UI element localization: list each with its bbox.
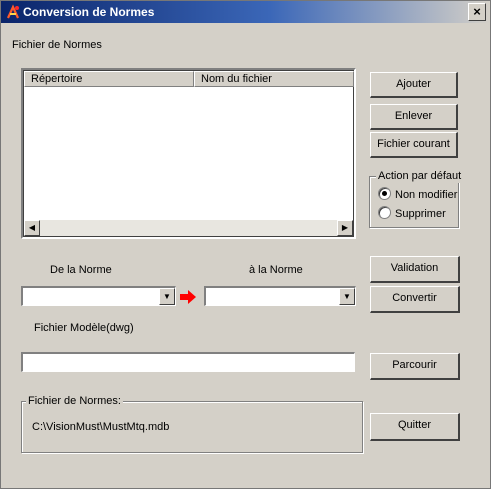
app-icon: [6, 4, 20, 19]
scroll-right-arrow-icon[interactable]: ▶: [337, 220, 353, 236]
current-file-button[interactable]: Fichier courant: [370, 132, 458, 158]
radio-unselected-icon: [378, 206, 391, 219]
to-norm-select[interactable]: ▼: [204, 286, 356, 306]
from-norm-label: De la Norme: [50, 264, 112, 276]
norms-file-group: Fichier de Normes: C:\VisionMust\MustMtq…: [21, 394, 363, 453]
remove-button[interactable]: Enlever: [370, 104, 458, 130]
window-title: Conversion de Normes: [23, 5, 155, 19]
section-label: Fichier de Normes: [12, 39, 102, 51]
from-norm-select[interactable]: ▼: [21, 286, 176, 306]
browse-button[interactable]: Parcourir: [370, 353, 460, 380]
files-list[interactable]: Répertoire Nom du fichier ◀ ▶: [21, 68, 356, 239]
radio-non-modifier[interactable]: Non modifier: [378, 187, 457, 203]
default-action-legend: Action par défaut: [376, 169, 464, 183]
column-header-filename[interactable]: Nom du fichier: [194, 71, 354, 87]
radio-supprimer[interactable]: Supprimer: [378, 206, 446, 222]
to-norm-label: à la Norme: [249, 264, 303, 276]
validation-button[interactable]: Validation: [370, 256, 460, 283]
convert-button[interactable]: Convertir: [370, 286, 460, 313]
radio-label-supprimer: Supprimer: [395, 208, 446, 220]
norms-file-legend: Fichier de Normes:: [26, 394, 123, 408]
norms-file-path: C:\VisionMust\MustMtq.mdb: [32, 421, 170, 433]
model-file-input[interactable]: [21, 352, 355, 372]
dropdown-arrow-icon[interactable]: ▼: [159, 288, 175, 305]
close-icon: ×: [473, 4, 481, 19]
close-button[interactable]: ×: [468, 3, 486, 21]
default-action-group: Action par défaut Non modifier Supprimer: [369, 169, 464, 228]
red-right-arrow-icon: [180, 290, 196, 304]
title-bar[interactable]: Conversion de Normes ×: [1, 1, 490, 23]
horizontal-scrollbar[interactable]: ◀ ▶: [24, 220, 353, 236]
dropdown-arrow-icon[interactable]: ▼: [339, 288, 355, 305]
conversion-dialog: Conversion de Normes × Fichier de Normes…: [0, 0, 491, 489]
radio-selected-icon: [378, 187, 391, 200]
column-header-directory[interactable]: Répertoire: [24, 71, 194, 87]
scroll-left-arrow-icon[interactable]: ◀: [24, 220, 40, 236]
add-button[interactable]: Ajouter: [370, 72, 458, 98]
quit-button[interactable]: Quitter: [370, 413, 460, 441]
model-file-label: Fichier Modèle(dwg): [34, 322, 134, 334]
radio-label-non-modifier: Non modifier: [395, 189, 458, 201]
